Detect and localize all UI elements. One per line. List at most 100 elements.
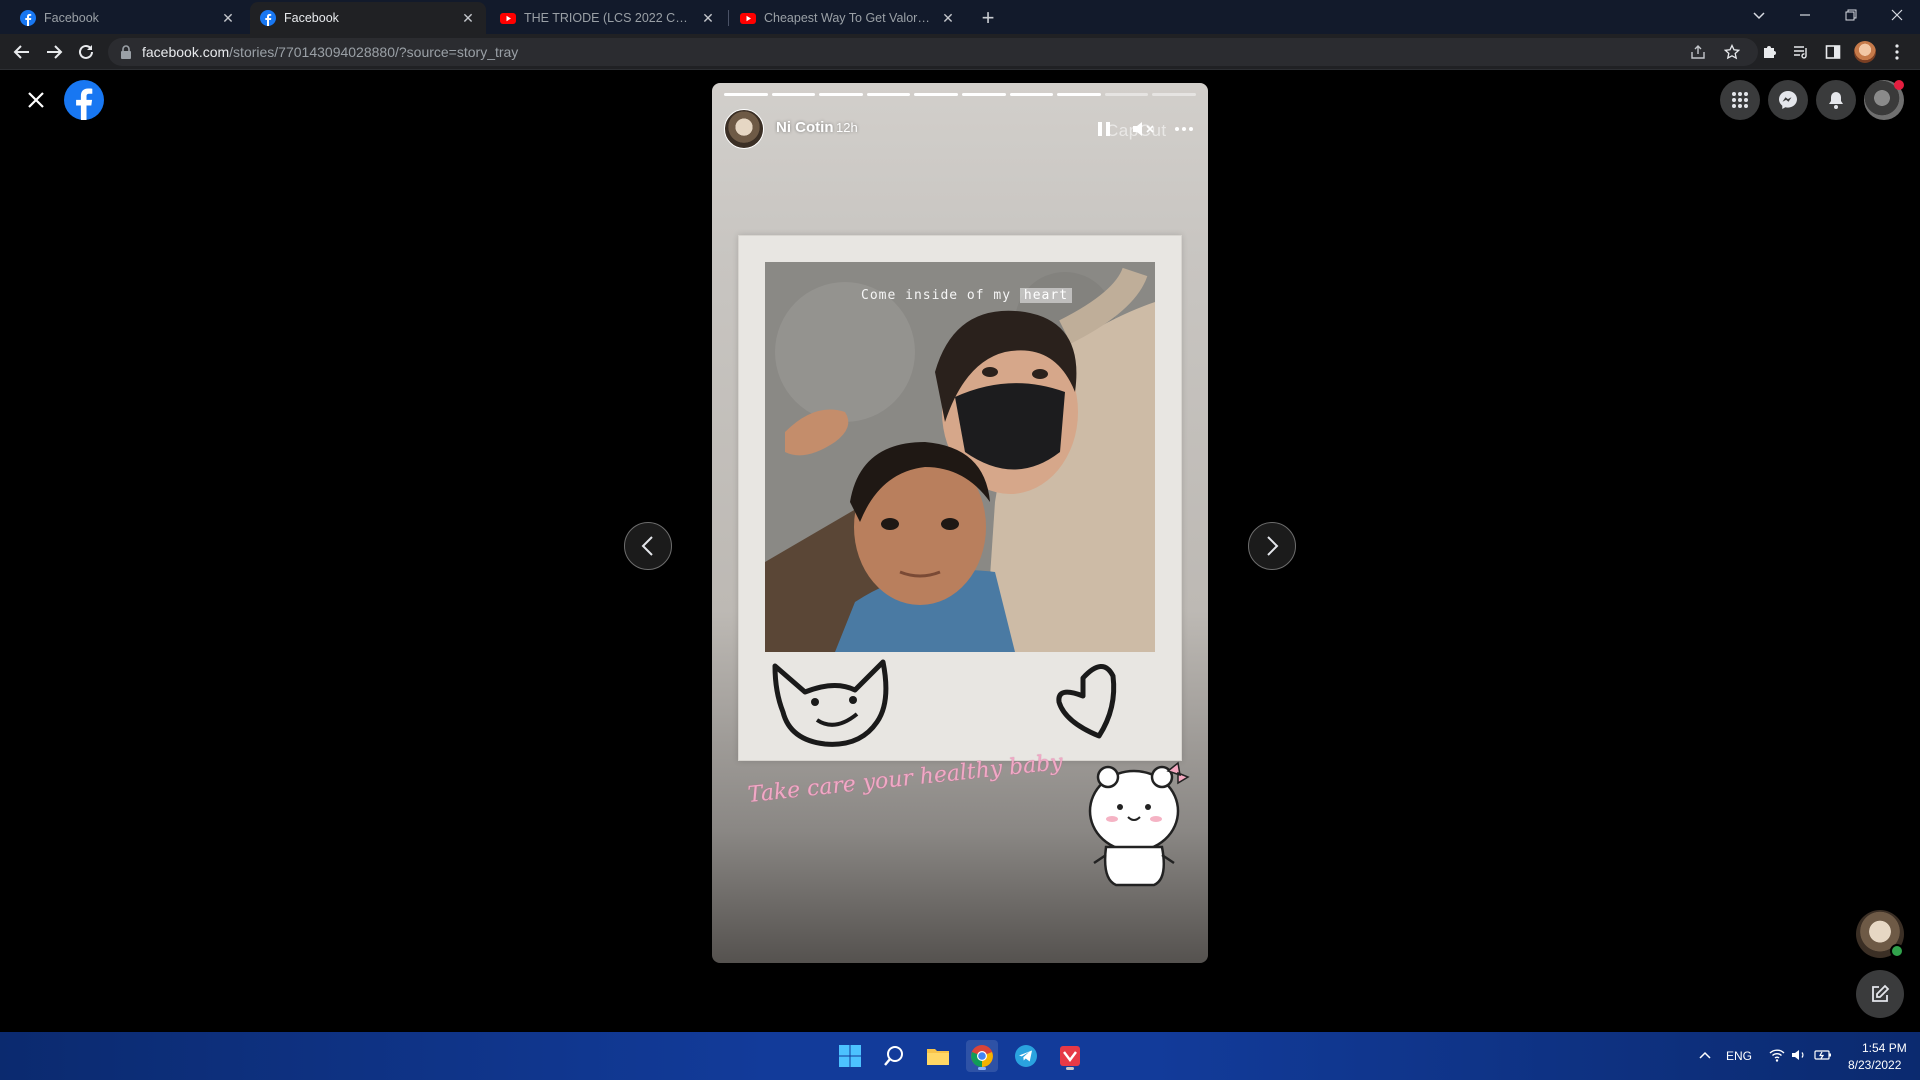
tab-close-icon[interactable]: ✕ [700,10,716,26]
close-window-button[interactable] [1874,0,1920,30]
author-avatar[interactable] [724,109,764,149]
new-message-button[interactable] [1856,970,1904,1018]
arrow-left-icon [13,45,29,59]
pause-icon [1098,122,1110,136]
media-control-button[interactable] [1790,41,1812,63]
minimize-button[interactable] [1782,0,1828,30]
battery-button[interactable] [1814,1046,1832,1064]
browser-profile-avatar[interactable] [1854,41,1876,63]
restore-button[interactable] [1828,0,1874,30]
story-timestamp: 12h [836,120,858,135]
clock-date[interactable]: 8/23/2022 [1848,1058,1901,1072]
extensions-button[interactable] [1758,41,1780,63]
story-photo: Come inside of my heart [765,262,1155,652]
side-panel-icon [1825,45,1841,59]
volume-muted-icon [1133,122,1154,136]
close-story-button[interactable] [20,84,52,116]
new-tab-button[interactable]: + [974,4,1002,32]
app-taskbar-button[interactable] [1054,1040,1086,1072]
telegram-taskbar-button[interactable] [1010,1040,1042,1072]
red-app-icon [1060,1046,1080,1066]
tab-close-icon[interactable]: ✕ [460,10,476,26]
more-horizontal-icon [1175,127,1193,131]
tab-youtube-valorant[interactable]: Cheapest Way To Get Valorant P ✕ [730,2,966,34]
messenger-button[interactable] [1768,80,1808,120]
browser-menu-button[interactable] [1886,41,1908,63]
previous-story-button[interactable] [624,522,672,570]
reload-button[interactable] [72,38,100,66]
story-card[interactable]: Ni Cotin 12h CapCut [712,83,1208,963]
notifications-button[interactable] [1816,80,1856,120]
share-icon [1691,45,1705,59]
pause-button[interactable] [1092,117,1116,141]
doodle-drawings [772,659,1117,747]
arrow-right-icon [47,45,63,59]
progress-segment [961,93,1006,96]
youtube-icon [740,13,756,24]
windows-taskbar: ENG 1:54 PM 8/23/2022 [0,1032,1920,1080]
story-options-button[interactable] [1172,117,1196,141]
progress-segment [1152,93,1196,96]
facebook-logo-icon[interactable] [64,80,104,120]
tab-title: THE TRIODE (LCS 2022 CoStream [524,11,694,25]
next-story-button[interactable] [1248,522,1296,570]
back-button[interactable] [8,38,36,66]
story-viewer: Ni Cotin 12h CapCut [0,70,1920,1032]
file-explorer-button[interactable] [922,1040,954,1072]
battery-charging-icon [1814,1050,1831,1060]
start-button[interactable] [834,1040,866,1072]
chevron-down-icon [1753,12,1765,20]
chrome-taskbar-button[interactable] [966,1040,998,1072]
progress-segment [914,93,958,96]
active-app-indicator [978,1067,986,1070]
forward-button[interactable] [40,38,68,66]
language-indicator[interactable]: ENG [1726,1049,1752,1063]
menu-button[interactable] [1720,80,1760,120]
progress-segment [819,93,863,96]
notification-dot [1894,80,1904,90]
unmute-button[interactable] [1132,117,1156,141]
taskbar-search-button[interactable] [878,1040,910,1072]
tab-close-icon[interactable]: ✕ [220,10,236,26]
tab-youtube-triode[interactable]: THE TRIODE (LCS 2022 CoStream ✕ [490,2,726,34]
tab-search-button[interactable] [1736,0,1782,30]
browser-tab-bar: Facebook ✕ Facebook ✕ THE TRIODE (LCS 20… [0,0,1920,34]
chevron-right-icon [1267,536,1279,556]
online-status-dot [1890,944,1904,958]
messenger-icon [1779,91,1797,109]
wifi-button[interactable] [1768,1046,1786,1064]
show-hidden-icons-button[interactable] [1696,1046,1714,1064]
bell-icon [1829,92,1843,109]
search-icon [884,1046,903,1066]
tab-title: Cheapest Way To Get Valorant P [764,11,934,25]
url-path: /stories/770143094028880/?source=story_t… [229,44,519,60]
bookmark-button[interactable] [1722,42,1742,62]
running-app-indicator [1066,1067,1074,1070]
progress-segment [866,93,911,96]
tab-facebook-2[interactable]: Facebook ✕ [250,2,486,34]
tab-close-icon[interactable]: ✕ [940,10,956,26]
chrome-icon [971,1045,993,1067]
progress-segment [1104,93,1149,96]
clock-time[interactable]: 1:54 PM [1862,1041,1907,1055]
polaroid-frame: Come inside of my heart [738,235,1182,761]
facebook-icon [260,10,276,26]
photo-caption-highlight: heart [1019,288,1073,303]
side-panel-button[interactable] [1822,41,1844,63]
photo-caption-words: Come inside of my [861,288,1012,303]
folder-icon [927,1049,949,1065]
selfie-illustration [765,262,1155,652]
author-name[interactable]: Ni Cotin [776,119,834,136]
tab-separator [728,10,729,26]
address-bar[interactable]: facebook.com/stories/770143094028880/?so… [108,38,1758,66]
tab-facebook-1[interactable]: Facebook ✕ [10,2,246,34]
puzzle-icon [1764,46,1776,58]
youtube-icon [500,13,516,24]
bear-sticker [1088,761,1190,887]
volume-button[interactable] [1790,1046,1808,1064]
chevron-left-icon [641,536,653,556]
share-button[interactable] [1688,42,1708,62]
more-vertical-icon [1895,44,1899,60]
star-icon [1724,44,1740,60]
story-progress-bar [724,93,1196,96]
